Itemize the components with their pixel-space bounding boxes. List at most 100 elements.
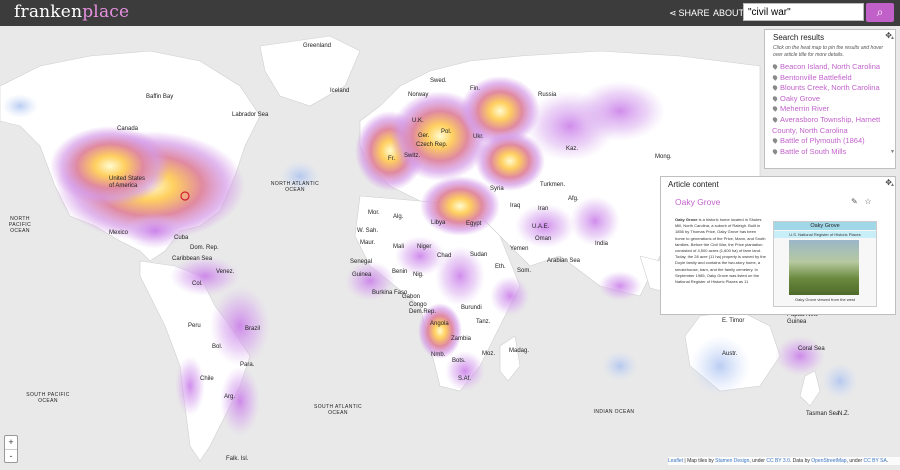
map-label: Madag. — [509, 348, 530, 354]
article-title[interactable]: Oaky Grove — [675, 197, 720, 207]
map-label: Maur. — [360, 240, 376, 246]
map-label: Chad — [437, 253, 452, 259]
results-list: Beacon Island, North Carolina Bentonvill… — [771, 62, 888, 158]
map-label: Guinea — [352, 272, 372, 278]
map-label: Iran — [538, 206, 549, 212]
pin-icon — [771, 63, 779, 70]
pin-icon — [771, 116, 779, 123]
map-label: Para. — [240, 362, 255, 368]
scrollbar[interactable]: ▲ — [890, 182, 895, 188]
map-label: S.Af. — [458, 376, 472, 382]
map-label: Afg. — [568, 196, 579, 202]
map-label: Gabon — [402, 294, 421, 300]
top-bar: frankenplace ⋖SHARE ABOUT ⌕ — [0, 0, 900, 26]
ocean-label: SOUTH PACIFIC OCEAN — [26, 392, 70, 404]
leaflet-link[interactable]: Leaflet — [668, 458, 683, 464]
cc-by-link[interactable]: CC BY 3.0 — [766, 458, 790, 464]
infobox: Oaky Grove U.S. National Register of His… — [773, 221, 877, 307]
map-label: N.Z. — [838, 411, 850, 417]
osm-link[interactable]: OpenStreetMap — [811, 458, 846, 464]
map-label: Bots. — [452, 358, 466, 364]
article-photo[interactable] — [789, 240, 859, 295]
map-label: Norway — [408, 92, 429, 98]
results-title: Search results — [773, 33, 825, 42]
map-label: Baffin Bay — [146, 94, 174, 100]
map-label: United States of America — [109, 176, 146, 189]
cc-by-sa-link[interactable]: CC BY SA — [864, 458, 887, 464]
search-results-panel: ✥ Search results Click on the heat map t… — [764, 29, 896, 169]
ocean-label: NORTH ATLANTIC OCEAN — [270, 181, 320, 193]
map-label: Eth. — [495, 264, 506, 270]
map-label: Sudan — [470, 252, 488, 258]
result-item[interactable]: Battle of Plymouth (1864) — [771, 136, 888, 147]
result-item[interactable]: Beacon Island, North Carolina — [771, 62, 888, 73]
about-link[interactable]: ABOUT — [713, 8, 744, 18]
map-label: Iraq — [510, 203, 521, 209]
zoom-out-button[interactable]: - — [5, 449, 17, 463]
article-panel: ✥ Article content Oaky Grove ✎ ☆ Oaky Gr… — [660, 176, 896, 315]
pin-icon — [771, 95, 779, 102]
map-label: Swed. — [430, 78, 447, 84]
map-label: Zambia — [451, 336, 472, 342]
map-label: Fr. — [388, 156, 395, 162]
photo-caption: Oaky Grove viewed from the west — [794, 297, 856, 302]
map-label: Arabian Sea — [547, 258, 581, 264]
article-header: Article content — [668, 180, 719, 189]
results-hint: Click on the heat map to pin the results… — [773, 45, 884, 58]
map-label: Egypt — [466, 221, 482, 227]
map-label: Nmb. — [431, 352, 446, 358]
pencil-icon[interactable]: ✎ — [851, 197, 858, 206]
pin-icon — [771, 84, 779, 91]
map-label: Czech Rep. — [416, 142, 448, 148]
map-label: Som. — [517, 268, 532, 274]
map-label: Fin. — [470, 86, 481, 92]
result-item[interactable]: Averasboro Township, Harnett County, Nor… — [771, 115, 888, 136]
search-button[interactable]: ⌕ — [866, 3, 894, 22]
map-label: Mali — [393, 244, 405, 250]
map-label: U.A.E. — [532, 224, 550, 230]
map-label: Libya — [431, 220, 446, 226]
result-item[interactable]: Battle of South Mills — [771, 147, 888, 158]
pin-icon — [771, 73, 779, 81]
map-label: U.K. — [412, 118, 424, 124]
search-input[interactable] — [743, 3, 864, 21]
scrollbar[interactable]: ▲ ▼ — [890, 35, 895, 155]
map-label: Niger — [417, 244, 432, 250]
map-label: Iceland — [330, 88, 350, 94]
map-label: Switz. — [404, 153, 421, 159]
map-label: Nig. — [413, 272, 424, 278]
pin-icon — [771, 148, 779, 155]
map-label: Pol. — [441, 129, 452, 135]
zoom-in-button[interactable]: + — [5, 436, 17, 449]
result-item[interactable]: Blounts Creek, North Carolina — [771, 83, 888, 94]
stamen-link[interactable]: Stamen Design — [715, 458, 749, 464]
map-label: Coral Sea — [798, 346, 825, 352]
map-label: Dom. Rep. — [190, 245, 219, 251]
map-label: Alg. — [393, 214, 404, 220]
map-label: Peru — [188, 323, 201, 329]
article-body: Oaky Grove is a historic home located in… — [675, 217, 766, 285]
map-label: Turkmen. — [540, 182, 566, 188]
map-label: Col. — [192, 281, 203, 287]
map-label: Falk. Isl. — [226, 456, 249, 462]
map-label: Mong. — [655, 154, 672, 160]
map-label: Benin — [392, 269, 408, 275]
zoom-control: + - — [4, 435, 18, 463]
star-icon[interactable]: ☆ — [864, 197, 871, 206]
result-item[interactable]: Meherrin River — [771, 104, 888, 115]
article-tools: ✎ ☆ — [851, 197, 872, 206]
map-label: Oman — [535, 236, 552, 242]
map-label: Chile — [200, 376, 214, 382]
map-label: Cuba — [174, 235, 189, 241]
map-label: Labrador Sea — [232, 112, 269, 118]
map-label: Greenland — [303, 43, 332, 49]
map-label: Brazil — [245, 326, 261, 332]
logo[interactable]: frankenplace — [14, 2, 129, 22]
map-label: Syria — [490, 186, 504, 192]
result-item[interactable]: Bentonville Battlefield — [771, 73, 888, 84]
map-label: Kaz. — [566, 146, 579, 152]
result-item[interactable]: Oaky Grove — [771, 94, 888, 105]
map-label: Yemen — [510, 246, 529, 252]
map-label: Venez. — [216, 269, 235, 275]
share-button[interactable]: ⋖ SHARE — [669, 8, 710, 19]
